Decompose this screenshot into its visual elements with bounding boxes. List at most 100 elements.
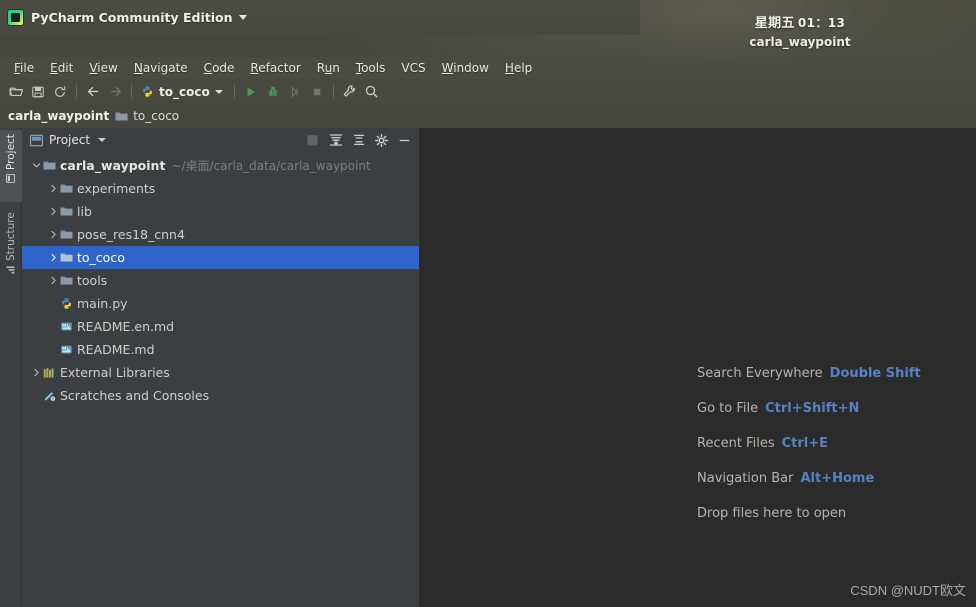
python-config-icon (141, 85, 154, 98)
tree-row-pose-res18-cnn4[interactable]: pose_res18_cnn4 (22, 223, 419, 246)
tree-row-readme-md[interactable]: README.md (22, 338, 419, 361)
hide-panel-icon[interactable] (396, 132, 413, 149)
collapse-all-icon[interactable] (350, 132, 367, 149)
menu-item-view[interactable]: View (81, 61, 125, 75)
folder-icon (43, 160, 60, 171)
tree-row-readme-en-md[interactable]: README.en.md (22, 315, 419, 338)
tip-label-navigation-bar: Navigation Bar (697, 471, 794, 486)
arrow-left-icon[interactable] (82, 81, 104, 103)
chevron-down-icon (214, 89, 223, 94)
tip-recent-files: Recent Files Ctrl+E (697, 436, 921, 451)
tip-search-everywhere: Search Everywhere Double Shift (697, 366, 921, 381)
menu-item-edit[interactable]: Edit (42, 61, 81, 75)
menu-item-window[interactable]: Window (434, 61, 497, 75)
markdown-file-icon (60, 343, 77, 356)
menu-item-vcs[interactable]: VCS (393, 61, 433, 75)
refresh-sync-icon[interactable] (49, 81, 71, 103)
libraries-icon (43, 367, 60, 379)
tree-row-scratches-and-consoles[interactable]: Scratches and Consoles (22, 384, 419, 407)
breadcrumb-to-coco[interactable]: to_coco (115, 109, 179, 123)
sidebar-item-structure[interactable]: Structure (0, 208, 22, 290)
tip-label-recent-files: Recent Files (697, 436, 775, 451)
tree-label-pose-res18-cnn4: pose_res18_cnn4 (77, 227, 185, 242)
sidebar-item-structure-label: Structure (5, 212, 17, 261)
desktop-ghost-text (690, 0, 910, 3)
menu-item-refactor[interactable]: Refactor (242, 61, 308, 75)
chevron-down-icon[interactable] (239, 15, 248, 20)
ide-toolbar: to_coco (0, 79, 976, 104)
markdown-file-icon (60, 320, 77, 333)
navigation-bar: carla_waypoint to_coco (0, 104, 976, 128)
sidebar-item-project[interactable]: Project (0, 130, 22, 202)
menu-item-tools[interactable]: Tools (348, 61, 394, 75)
breadcrumb-project[interactable]: carla_waypoint (8, 109, 109, 123)
left-toolwindow-stripe: Project Structure (0, 128, 22, 607)
search-icon[interactable] (361, 81, 383, 103)
menu-item-help[interactable]: Help (497, 61, 540, 75)
tree-row-lib[interactable]: lib (22, 200, 419, 223)
open-folder-icon[interactable] (5, 81, 27, 103)
toolbar-divider-1 (76, 84, 77, 99)
tree-row-main-py[interactable]: main.py (22, 292, 419, 315)
tree-label-readme-md: README.md (77, 342, 155, 357)
debug-bug-icon[interactable] (262, 81, 284, 103)
wrench-settings-icon[interactable] (339, 81, 361, 103)
editor-shortcut-tips: Search Everywhere Double Shift Go to Fil… (697, 366, 921, 521)
tree-row-carla-waypoint[interactable]: carla_waypoint ~/桌面/carla_data/carla_way… (22, 154, 419, 177)
expand-all-icon[interactable] (304, 132, 321, 149)
tree-row-external-libraries[interactable]: External Libraries (22, 361, 419, 384)
menu-item-navigate[interactable]: Navigate (126, 61, 196, 75)
tip-key-recent-files: Ctrl+E (781, 436, 828, 451)
chevron-right-icon[interactable] (47, 230, 60, 239)
project-panel-header: Project (22, 128, 419, 152)
chevron-right-icon[interactable] (30, 368, 43, 377)
tip-go-to-file: Go to File Ctrl+Shift+N (697, 401, 921, 416)
editor-empty-area[interactable]: Search Everywhere Double Shift Go to Fil… (420, 128, 976, 607)
project-panel-title: Project (49, 133, 91, 147)
tip-key-go-to-file: Ctrl+Shift+N (765, 401, 860, 416)
run-configuration-label: to_coco (159, 84, 210, 99)
folder-icon (60, 206, 77, 217)
tip-drop-files: Drop files here to open (697, 506, 921, 521)
tree-row-experiments[interactable]: experiments (22, 177, 419, 200)
desktop-session-name: carla_waypoint (749, 35, 851, 49)
chevron-right-icon[interactable] (47, 207, 60, 216)
window-title: PyCharm Community Edition (31, 10, 233, 25)
tree-row-to-coco[interactable]: to_coco (22, 246, 419, 269)
tip-key-search-everywhere: Double Shift (829, 366, 921, 381)
run-configuration-selector[interactable]: to_coco (137, 84, 229, 100)
chevron-down-icon[interactable] (98, 138, 107, 142)
menu-item-run[interactable]: Run (309, 61, 348, 75)
sidebar-item-project-label: Project (5, 134, 17, 170)
run-play-icon[interactable] (240, 81, 262, 103)
arrow-right-icon (104, 81, 126, 103)
chevron-right-icon[interactable] (47, 276, 60, 285)
folder-icon (60, 275, 77, 286)
menu-item-code[interactable]: Code (196, 61, 243, 75)
chevron-right-icon[interactable] (47, 253, 60, 262)
chevron-right-icon[interactable] (47, 184, 60, 193)
tip-key-navigation-bar: Alt+Home (800, 471, 875, 486)
tree-label-tools: tools (77, 273, 108, 288)
structure-icon (7, 265, 16, 274)
save-icon[interactable] (27, 81, 49, 103)
tip-label-go-to-file: Go to File (697, 401, 759, 416)
menu-item-file[interactable]: File (6, 61, 42, 75)
gear-icon[interactable] (373, 132, 390, 149)
folder-icon (60, 252, 77, 263)
project-tool-window: Project carla_waypoint ~/桌面/carla_data/c… (22, 128, 420, 607)
tree-label-readme-en-md: README.en.md (77, 319, 175, 334)
tree-row-tools[interactable]: tools (22, 269, 419, 292)
toolbar-divider-4 (332, 84, 334, 99)
tree-label-scratches-and-consoles: Scratches and Consoles (60, 388, 210, 403)
folder-icon (60, 229, 77, 240)
tree-path-carla-waypoint: ~/桌面/carla_data/carla_waypoint (171, 159, 371, 173)
chevron-down-icon[interactable] (30, 161, 43, 170)
tree-label-to-coco: to_coco (77, 250, 125, 265)
tip-navigation-bar: Navigation Bar Alt+Home (697, 471, 921, 486)
python-file-icon (60, 297, 77, 310)
toolbar-divider-3 (233, 84, 235, 99)
run-with-coverage-icon (284, 81, 306, 103)
main-area: Project Structure Project carla_waypoint… (0, 128, 976, 607)
select-opened-file-icon[interactable] (327, 132, 344, 149)
